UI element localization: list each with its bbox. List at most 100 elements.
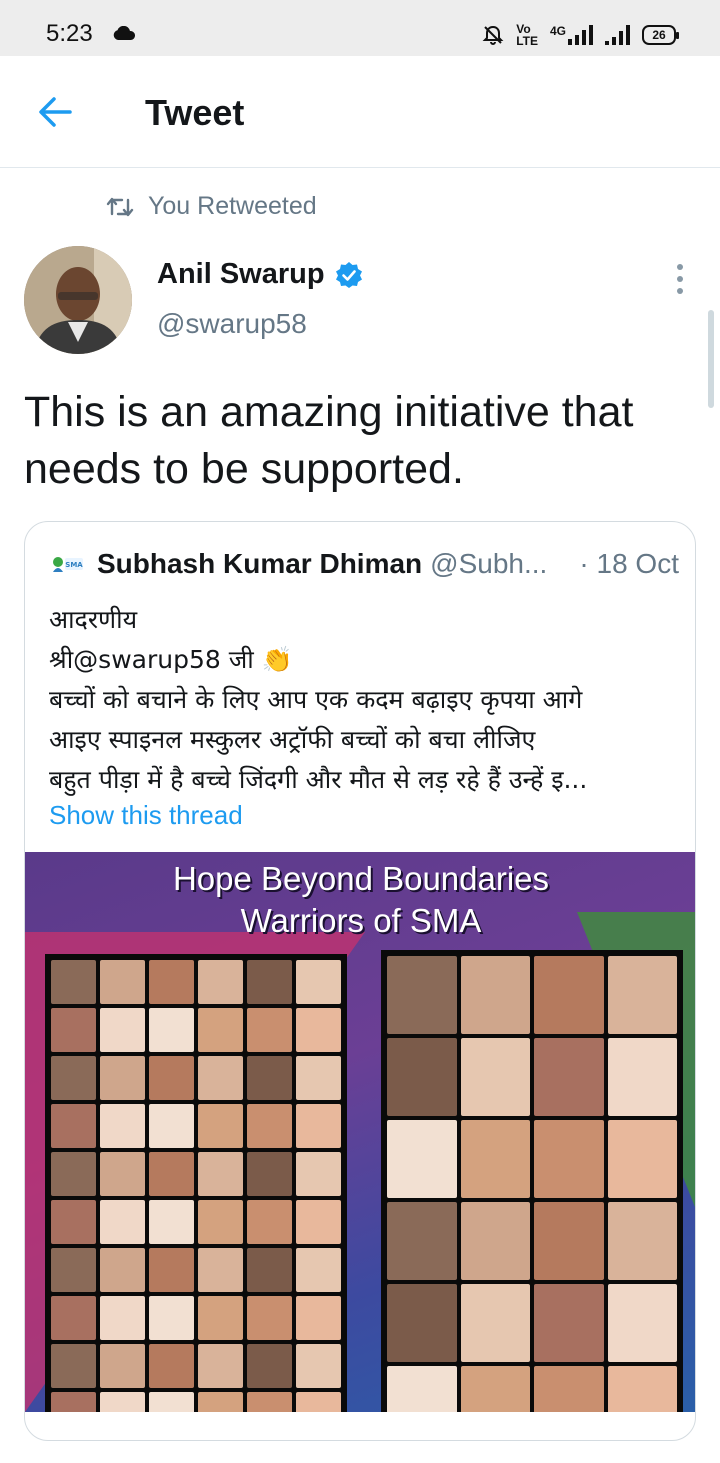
- collage-photo: [460, 1202, 530, 1280]
- author-handle[interactable]: @swarup58: [157, 308, 307, 340]
- volte-indicator: Vo LTE: [516, 23, 538, 47]
- collage-photo: [247, 1248, 292, 1292]
- collage-photo: [607, 1202, 677, 1280]
- tweet-text: This is an amazing initiative that needs…: [24, 388, 634, 493]
- collage-photo: [198, 1104, 243, 1148]
- collage-photo: [100, 960, 145, 1004]
- lte-label: LTE: [516, 34, 538, 48]
- collage-photo: [100, 1152, 145, 1196]
- quoted-tweet-date: · 18 Oct: [579, 548, 679, 579]
- collage-photo: [460, 1038, 530, 1116]
- collage-photo: [149, 1056, 194, 1100]
- collage-photo: [198, 1296, 243, 1340]
- photo-collage-left: [45, 954, 347, 1412]
- collage-photo: [247, 1200, 292, 1244]
- collage-photo: [296, 960, 341, 1004]
- collage-photo: [198, 1008, 243, 1052]
- bell-off-icon: [482, 25, 504, 45]
- collage-photo: [149, 1392, 194, 1412]
- cloud-icon: [113, 26, 136, 40]
- collage-photo: [247, 1392, 292, 1412]
- status-bar: 5:23 Vo LTE 4G 26: [0, 0, 720, 56]
- collage-photo: [51, 1296, 96, 1340]
- verified-badge-icon: [335, 261, 362, 288]
- collage-photo: [149, 1104, 194, 1148]
- signal-bars-1: [568, 25, 593, 45]
- author-name-row[interactable]: Anil Swarup: [157, 258, 363, 291]
- collage-photo: [100, 1056, 145, 1100]
- collage-photo: [51, 1344, 96, 1388]
- collage-photo: [51, 1008, 96, 1052]
- collage-photo: [149, 1248, 194, 1292]
- collage-photo: [387, 1120, 457, 1198]
- status-time: 5:23: [46, 20, 93, 47]
- collage-photo: [51, 1200, 96, 1244]
- quoted-tweet-header: SMA Subhash Kumar Dhiman @Subh... · 18 O…: [49, 548, 679, 580]
- collage-photo: [296, 1248, 341, 1292]
- author-name[interactable]: Anil Swarup: [157, 258, 325, 291]
- collage-photo: [534, 1120, 604, 1198]
- collage-photo: [296, 1008, 341, 1052]
- collage-photo: [534, 956, 604, 1034]
- quoted-tweet-card[interactable]: SMA Subhash Kumar Dhiman @Subh... · 18 O…: [24, 521, 696, 1441]
- quoted-tweet-text: आदरणीय श्री@swarup58 जी 👏 बच्चों को बचान…: [49, 600, 679, 800]
- collage-photo: [247, 1296, 292, 1340]
- collage-photo: [387, 1284, 457, 1362]
- scroll-indicator: [708, 310, 714, 408]
- collage-photo: [460, 1120, 530, 1198]
- quoted-line: आइए स्पाइनल मस्कुलर अट्रॉफी बच्चों को बच…: [49, 725, 536, 754]
- collage-photo: [198, 1392, 243, 1412]
- collage-photo: [247, 1104, 292, 1148]
- collage-photo: [51, 1104, 96, 1148]
- avatar[interactable]: [24, 246, 132, 354]
- battery-indicator: 26: [642, 25, 679, 45]
- page-title: Tweet: [145, 92, 245, 133]
- collage-photo: [100, 1392, 145, 1412]
- collage-photo: [149, 1200, 194, 1244]
- quoted-author-name: Subhash Kumar Dhiman: [97, 548, 423, 579]
- retweet-label: You Retweeted: [148, 192, 317, 220]
- collage-photo: [534, 1366, 604, 1412]
- collage-photo: [198, 1200, 243, 1244]
- status-icons: Vo LTE 4G 26: [482, 20, 679, 50]
- image-title-line1: Hope Beyond Boundaries: [172, 860, 550, 897]
- collage-photo: [296, 1200, 341, 1244]
- collage-photo: [51, 1392, 96, 1412]
- more-vertical-icon[interactable]: [672, 263, 688, 295]
- collage-photo: [198, 1056, 243, 1100]
- collage-photo: [607, 1366, 677, 1412]
- collage-photo: [198, 1248, 243, 1292]
- collage-photo: [247, 1056, 292, 1100]
- collage-photo: [149, 1008, 194, 1052]
- collage-photo: [296, 1056, 341, 1100]
- collage-photo: [387, 1202, 457, 1280]
- collage-photo: [51, 1248, 96, 1292]
- collage-photo: [247, 1344, 292, 1388]
- collage-photo: [198, 1152, 243, 1196]
- collage-photo: [198, 1344, 243, 1388]
- collage-photo: [149, 1152, 194, 1196]
- show-thread-link[interactable]: Show this thread: [49, 800, 243, 831]
- collage-photo: [149, 1296, 194, 1340]
- quoted-line: आदरणीय: [49, 605, 138, 634]
- collage-photo: [460, 1366, 530, 1412]
- quoted-line: बच्चों को बचाने के लिए आप एक कदम बढ़ाइए …: [49, 685, 583, 714]
- quoted-tweet-image[interactable]: Hope Beyond Boundaries Warriors of SMA: [25, 852, 695, 1412]
- svg-text:SMA: SMA: [65, 561, 83, 569]
- collage-photo: [296, 1296, 341, 1340]
- collage-photo: [296, 1152, 341, 1196]
- collage-photo: [149, 960, 194, 1004]
- collage-photo: [51, 960, 96, 1004]
- collage-photo: [247, 960, 292, 1004]
- quoted-line: बहुत पीड़ा में है बच्चे जिंदगी और मौत से…: [49, 765, 588, 794]
- collage-photo: [198, 960, 243, 1004]
- collage-photo: [296, 1104, 341, 1148]
- collage-photo: [149, 1344, 194, 1388]
- signal-4g: 4G: [550, 25, 593, 45]
- collage-photo: [607, 1038, 677, 1116]
- collage-photo: [51, 1152, 96, 1196]
- collage-photo: [387, 1366, 457, 1412]
- collage-photo: [100, 1200, 145, 1244]
- arrow-left-icon[interactable]: [36, 92, 76, 132]
- collage-photo: [100, 1344, 145, 1388]
